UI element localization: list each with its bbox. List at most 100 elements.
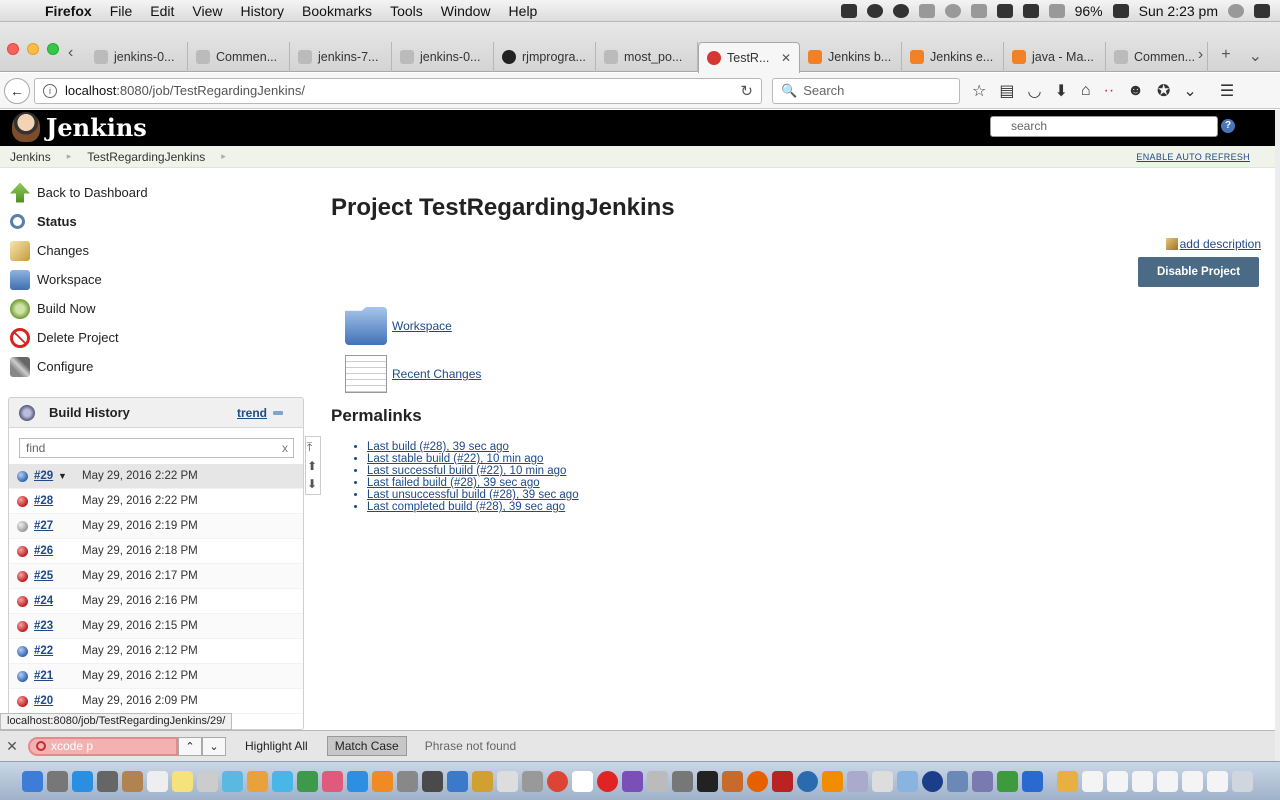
build-menu-dropdown-icon[interactable]: ▼ [58, 471, 82, 481]
recent-changes-link[interactable]: Recent Changes [345, 352, 481, 396]
android-icon[interactable] [997, 770, 1018, 792]
tab-testregardingjenkins[interactable]: TestR... ✕ [698, 42, 800, 73]
site-info-icon[interactable]: i [43, 83, 57, 98]
bookmark-star-icon[interactable]: ☆ [972, 81, 986, 101]
finder-icon[interactable] [22, 770, 43, 792]
find-previous-button[interactable]: ⌃ [178, 736, 202, 756]
image-capture-icon[interactable] [647, 770, 668, 792]
menu-file[interactable]: File [101, 3, 142, 19]
reload-icon[interactable]: ↻ [740, 82, 753, 100]
reminders-icon[interactable] [197, 770, 218, 792]
network-icon[interactable] [797, 770, 818, 792]
menu-window[interactable]: Window [432, 3, 500, 19]
document-stack-icon[interactable] [1132, 770, 1153, 792]
photos-icon[interactable] [247, 770, 268, 792]
menu-tools[interactable]: Tools [381, 3, 432, 19]
php-icon[interactable] [972, 770, 993, 792]
permalink-last-successful[interactable]: Last successful build (#22), 10 min ago [367, 465, 579, 477]
maps-icon[interactable] [222, 770, 243, 792]
highlight-all-toggle[interactable]: Highlight All [238, 737, 315, 755]
swift-icon[interactable] [1022, 770, 1043, 792]
trend-link[interactable]: trend [237, 406, 267, 420]
terminal-icon[interactable] [422, 770, 443, 792]
battery-icon[interactable] [1112, 3, 1129, 18]
breadcrumb-separator-icon[interactable]: ▸ [61, 151, 78, 162]
toolbox-icon[interactable] [722, 770, 743, 792]
app-icon[interactable] [472, 770, 493, 792]
chrome-icon[interactable] [547, 770, 568, 792]
firefox-icon[interactable] [747, 770, 768, 792]
document-stack-icon[interactable] [1082, 770, 1103, 792]
help-icon[interactable]: ? [1221, 119, 1235, 133]
trash-icon[interactable] [1232, 770, 1253, 792]
build-find-input[interactable]: find x [19, 438, 294, 458]
task-back-to-dashboard[interactable]: Back to Dashboard [0, 178, 310, 207]
build-number-link[interactable]: #26 [34, 545, 56, 557]
document-stack-icon[interactable] [1157, 770, 1178, 792]
system-preferences-icon[interactable] [397, 770, 418, 792]
tabs-scroll-left-icon[interactable]: ‹ [68, 44, 73, 62]
list-all-tabs-icon[interactable]: ⌄ [1249, 46, 1262, 66]
contacts-icon[interactable] [122, 770, 143, 792]
permalink-last-build[interactable]: Last build (#28), 39 sec ago [367, 441, 579, 453]
disable-project-button[interactable]: Disable Project [1138, 257, 1259, 287]
console-icon[interactable] [697, 770, 718, 792]
status-b-icon[interactable] [866, 3, 883, 18]
build-row[interactable]: #27 May 29, 2016 2:19 PM [9, 514, 303, 539]
status-circle-icon[interactable] [892, 3, 909, 18]
tab-jenkins-b[interactable]: Jenkins b... [800, 42, 902, 72]
tab-java-ma[interactable]: java - Ma... [1004, 42, 1106, 72]
home-icon[interactable]: ⌂ [1081, 82, 1091, 100]
task-workspace[interactable]: Workspace [0, 265, 310, 294]
search-engine-icon[interactable]: 🔍 [781, 83, 797, 99]
build-row[interactable]: #29 ▼ May 29, 2016 2:22 PM [9, 464, 303, 489]
build-number-link[interactable]: #23 [34, 620, 56, 632]
build-row[interactable]: #22 May 29, 2016 2:12 PM [9, 639, 303, 664]
tab-jenkins-7[interactable]: jenkins-7... [290, 42, 392, 72]
document-stack-icon[interactable] [1182, 770, 1203, 792]
app-store-icon[interactable] [347, 770, 368, 792]
facetime-icon[interactable] [297, 770, 318, 792]
airplay-icon[interactable] [918, 3, 935, 18]
task-configure[interactable]: Configure [0, 352, 310, 381]
find-next-button[interactable]: ⌄ [202, 736, 226, 756]
task-changes[interactable]: Changes [0, 236, 310, 265]
tab-jenkins-e[interactable]: Jenkins e... [902, 42, 1004, 72]
notes-icon[interactable] [172, 770, 193, 792]
close-findbar-icon[interactable]: ✕ [2, 738, 22, 755]
itunes-icon[interactable] [322, 770, 343, 792]
preview-icon[interactable] [497, 770, 518, 792]
zoom-window-icon[interactable] [47, 43, 59, 55]
chat-icon[interactable]: ☻ [1127, 82, 1144, 100]
menu-bookmarks[interactable]: Bookmarks [293, 3, 381, 19]
build-number-link[interactable]: #24 [34, 595, 56, 607]
time-machine-icon[interactable] [944, 3, 961, 18]
pocket-icon[interactable]: ◡ [1027, 81, 1041, 101]
screen-sharing-icon[interactable] [847, 770, 868, 792]
downloads-icon[interactable]: ⬇ [1054, 81, 1067, 101]
permalink-last-failed[interactable]: Last failed build (#28), 39 sec ago [367, 477, 579, 489]
reading-list-icon[interactable]: ▤ [999, 81, 1014, 101]
close-window-icon[interactable] [7, 43, 19, 55]
addon-icon[interactable]: ✪ [1157, 81, 1170, 101]
breadcrumb-project[interactable]: TestRegardingJenkins [77, 150, 215, 164]
status-app-icon[interactable] [840, 3, 857, 18]
messages-icon[interactable] [272, 770, 293, 792]
breadcrumb-jenkins[interactable]: Jenkins [0, 150, 61, 164]
build-row[interactable]: #20 May 29, 2016 2:09 PM [9, 689, 303, 714]
tab-jenkins-0-b[interactable]: jenkins-0... [392, 42, 494, 72]
add-description-link[interactable]: add description [1165, 237, 1261, 251]
hamburger-menu-icon[interactable]: ☰ [1220, 81, 1234, 101]
safari-icon[interactable] [72, 770, 93, 792]
workspace-link[interactable]: Workspace [345, 304, 481, 348]
ibooks-icon[interactable] [372, 770, 393, 792]
collapse-icon[interactable] [273, 410, 283, 415]
build-row[interactable]: #25 May 29, 2016 2:17 PM [9, 564, 303, 589]
jenkins-logo[interactable]: Jenkins [12, 112, 147, 142]
spotlight-icon[interactable] [1228, 3, 1244, 18]
build-row[interactable]: #24 May 29, 2016 2:16 PM [9, 589, 303, 614]
tab-jenkins-0-a[interactable]: jenkins-0... [86, 42, 188, 72]
find-input[interactable]: xcode p [28, 736, 178, 756]
tabs-scroll-right-icon[interactable]: › [1198, 46, 1203, 66]
utility-icon[interactable] [522, 770, 543, 792]
